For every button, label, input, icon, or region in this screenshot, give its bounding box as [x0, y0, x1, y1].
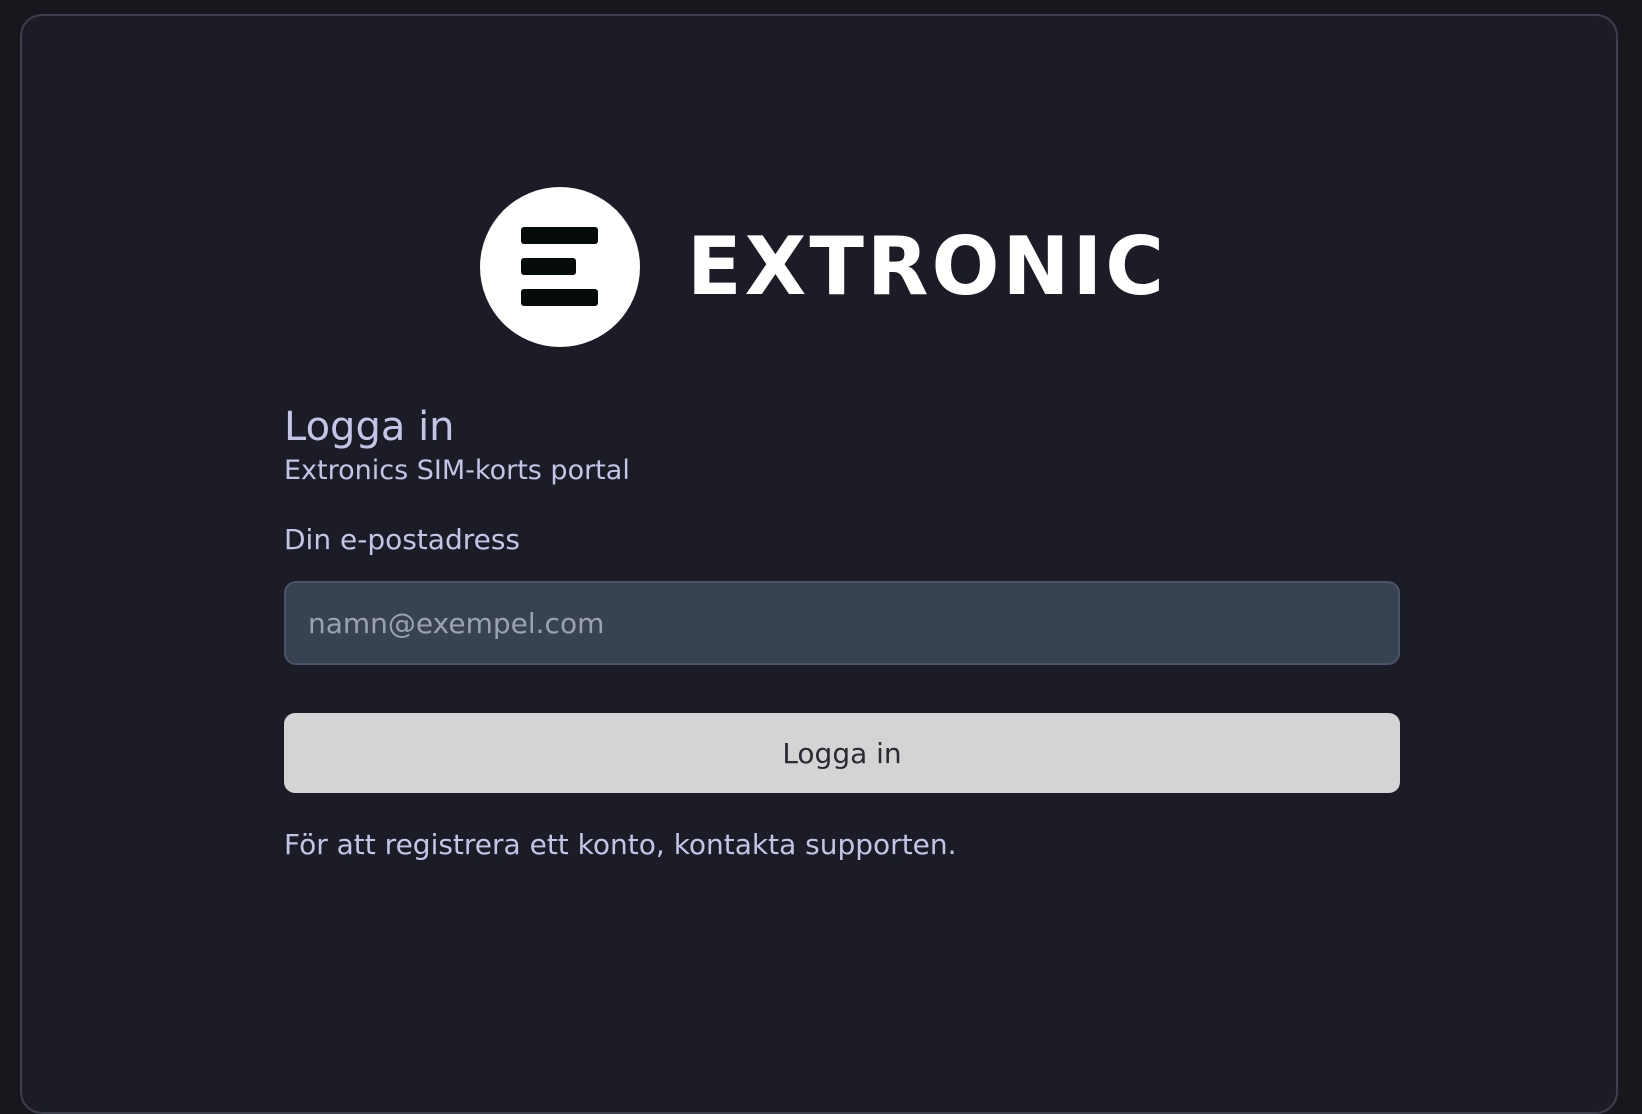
logo-bar-bottom: [521, 289, 598, 306]
brand-name: EXTRONIC: [687, 220, 1167, 313]
logo-bar-top: [521, 227, 598, 244]
login-card: EXTRONIC Logga in Extronics SIM-korts po…: [20, 14, 1618, 1114]
logo-bar-middle: [521, 258, 576, 275]
page-title: Logga in: [284, 404, 455, 450]
login-form: Logga in Extronics SIM-korts portal Din …: [284, 402, 1400, 863]
register-note: För att registrera ett konto, kontakta s…: [284, 828, 957, 861]
brand-logo: EXTRONIC: [480, 177, 1167, 357]
login-button[interactable]: Logga in: [284, 713, 1400, 793]
extronic-e-logo-icon: [480, 187, 640, 347]
email-field[interactable]: [284, 581, 1400, 665]
page-subtitle: Extronics SIM-korts portal: [284, 455, 630, 486]
email-label: Din e-postadress: [284, 523, 521, 556]
